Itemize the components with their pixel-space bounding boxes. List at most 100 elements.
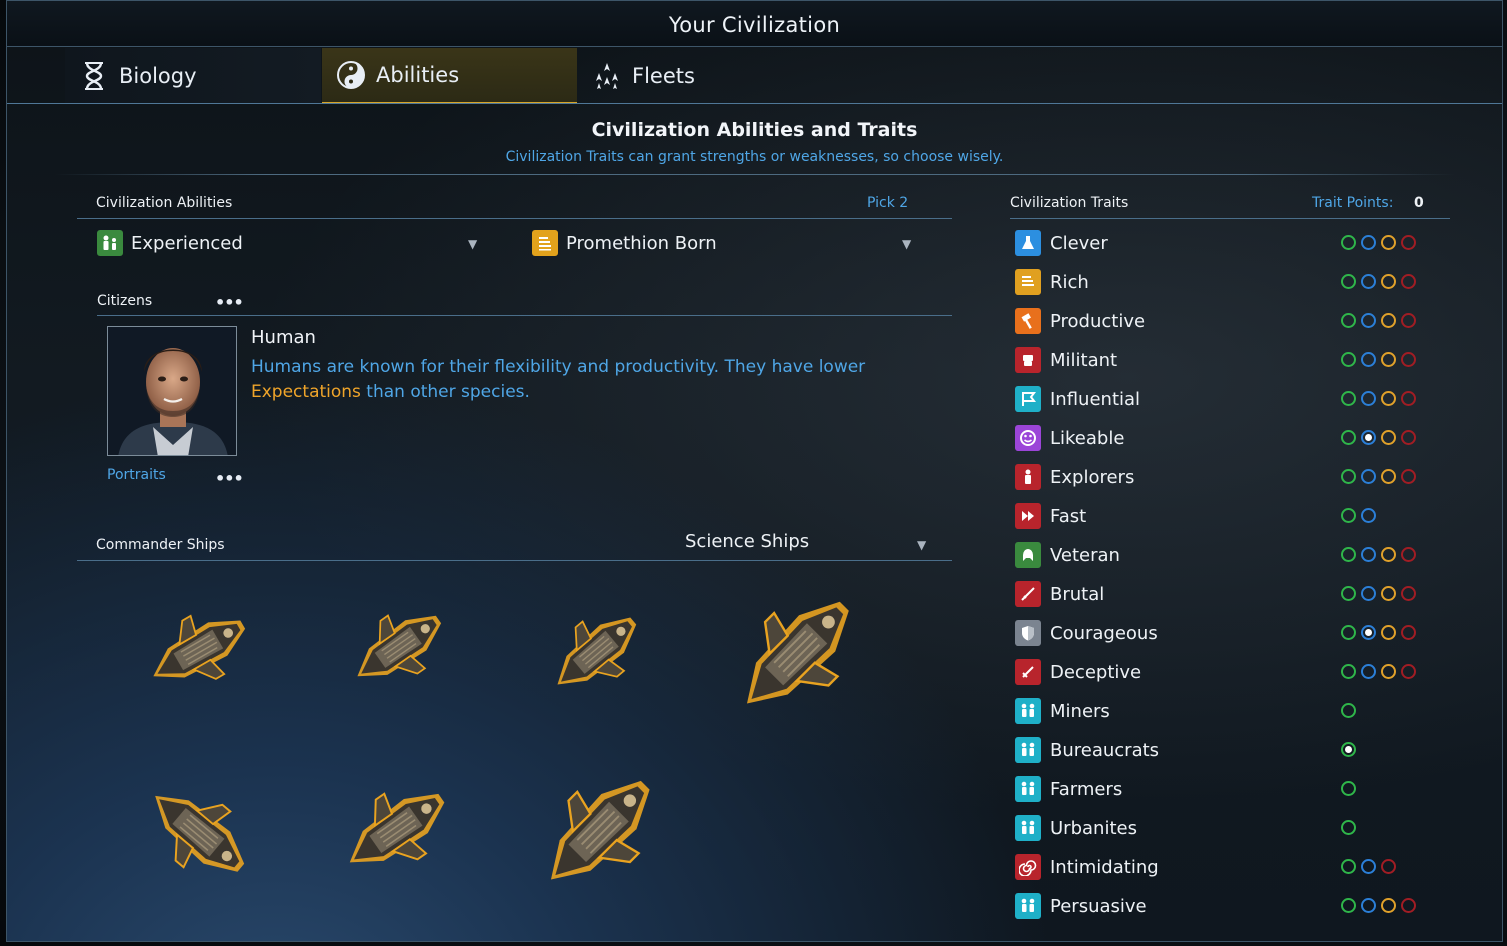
ability-1-chevron-down-icon[interactable]: ▼ xyxy=(468,237,477,251)
trait-level-radio[interactable] xyxy=(1381,547,1396,562)
commander-ship-1[interactable] xyxy=(127,591,267,711)
expectations-link[interactable]: Expectations xyxy=(251,382,361,402)
trait-level-radio[interactable] xyxy=(1401,625,1416,640)
trait-row-brutal[interactable]: Brutal xyxy=(1015,579,1435,609)
trait-level-radio[interactable] xyxy=(1341,391,1356,406)
trait-row-influential[interactable]: Influential xyxy=(1015,384,1435,414)
trait-row-clever[interactable]: Clever xyxy=(1015,228,1435,258)
trait-level-radio[interactable] xyxy=(1361,547,1376,562)
trait-row-urbanites[interactable]: Urbanites xyxy=(1015,813,1435,843)
trait-level-radio[interactable] xyxy=(1381,352,1396,367)
trait-row-productive[interactable]: Productive xyxy=(1015,306,1435,336)
trait-level-radio[interactable] xyxy=(1341,781,1356,796)
trait-row-intimidating[interactable]: Intimidating xyxy=(1015,852,1435,882)
trait-level-radio[interactable] xyxy=(1381,391,1396,406)
trait-level-radio[interactable] xyxy=(1341,469,1356,484)
citizens-more-button[interactable]: ••• xyxy=(215,293,244,312)
trait-row-fast[interactable]: Fast xyxy=(1015,501,1435,531)
trait-level-radio[interactable] xyxy=(1381,859,1396,874)
trait-level-radio[interactable] xyxy=(1341,235,1356,250)
trait-level-radio[interactable] xyxy=(1381,664,1396,679)
commander-ship-2[interactable] xyxy=(322,591,472,706)
trait-level-radio[interactable] xyxy=(1381,586,1396,601)
species-desc-part1: Humans are known for their flexibility a… xyxy=(251,357,866,377)
trait-level-radio[interactable] xyxy=(1401,313,1416,328)
trait-level-radio[interactable] xyxy=(1361,313,1376,328)
trait-level-radio[interactable] xyxy=(1361,274,1376,289)
trait-level-radio[interactable] xyxy=(1341,313,1356,328)
trait-level-radio[interactable] xyxy=(1401,430,1416,445)
trait-level-radio[interactable] xyxy=(1341,547,1356,562)
trait-row-miners[interactable]: Miners xyxy=(1015,696,1435,726)
trait-label: Rich xyxy=(1050,271,1089,293)
tab-biology[interactable]: Biology xyxy=(65,48,321,104)
trait-row-bureaucrats[interactable]: Bureaucrats xyxy=(1015,735,1435,765)
trait-level-radio[interactable] xyxy=(1361,898,1376,913)
trait-level-radio[interactable] xyxy=(1381,898,1396,913)
trait-level-radio[interactable] xyxy=(1401,586,1416,601)
trait-row-persuasive[interactable]: Persuasive xyxy=(1015,891,1435,921)
citizen-portrait[interactable] xyxy=(107,326,237,456)
trait-row-courageous[interactable]: Courageous xyxy=(1015,618,1435,648)
trait-level-radio[interactable] xyxy=(1381,430,1396,445)
trait-level-radio[interactable] xyxy=(1341,352,1356,367)
trait-level-radio[interactable] xyxy=(1401,898,1416,913)
commander-ship-7[interactable] xyxy=(512,756,682,911)
portraits-link[interactable]: Portraits xyxy=(107,467,166,483)
trait-level-radio[interactable] xyxy=(1341,625,1356,640)
trait-level-radio[interactable] xyxy=(1401,235,1416,250)
trait-level-radio[interactable] xyxy=(1361,664,1376,679)
trait-level-radio[interactable] xyxy=(1341,274,1356,289)
ship-type-dropdown[interactable]: Science Ships xyxy=(685,531,809,552)
trait-level-radio[interactable] xyxy=(1381,313,1396,328)
ability-dropdown-1[interactable]: Experienced xyxy=(97,228,243,258)
trait-label: Miners xyxy=(1050,700,1110,722)
ability-dropdown-2[interactable]: Promethion Born xyxy=(532,228,717,258)
trait-row-farmers[interactable]: Farmers xyxy=(1015,774,1435,804)
trait-level-radio[interactable] xyxy=(1361,508,1376,523)
trait-level-radio[interactable] xyxy=(1361,586,1376,601)
commander-ship-6[interactable] xyxy=(312,766,477,896)
trait-level-radio[interactable] xyxy=(1341,742,1356,757)
portraits-more-button[interactable]: ••• xyxy=(215,469,244,488)
ship-type-chevron-down-icon[interactable]: ▼ xyxy=(917,538,926,552)
trait-level-radio[interactable] xyxy=(1401,664,1416,679)
commander-ship-3[interactable] xyxy=(512,596,677,711)
trait-level-radio[interactable] xyxy=(1341,898,1356,913)
trait-row-likeable[interactable]: Likeable xyxy=(1015,423,1435,453)
trait-level-radio[interactable] xyxy=(1341,820,1356,835)
tab-fleets[interactable]: Fleets xyxy=(578,48,818,104)
trait-level-radio[interactable] xyxy=(1361,352,1376,367)
trait-level-radio[interactable] xyxy=(1381,625,1396,640)
ability-2-chevron-down-icon[interactable]: ▼ xyxy=(902,237,911,251)
trait-level-radio[interactable] xyxy=(1401,274,1416,289)
commander-ship-5[interactable] xyxy=(122,766,272,896)
trait-row-explorers[interactable]: Explorers xyxy=(1015,462,1435,492)
commander-ship-4[interactable] xyxy=(707,576,882,736)
trait-level-radio[interactable] xyxy=(1361,235,1376,250)
trait-level-radio[interactable] xyxy=(1341,703,1356,718)
trait-level-radio[interactable] xyxy=(1401,469,1416,484)
trait-level-radio[interactable] xyxy=(1381,235,1396,250)
trait-level-radio[interactable] xyxy=(1381,469,1396,484)
trait-row-veteran[interactable]: Veteran xyxy=(1015,540,1435,570)
trait-level-radio[interactable] xyxy=(1341,508,1356,523)
trait-level-radio[interactable] xyxy=(1401,352,1416,367)
trait-row-deceptive[interactable]: Deceptive xyxy=(1015,657,1435,687)
trait-level-radio[interactable] xyxy=(1361,430,1376,445)
trait-level-radio[interactable] xyxy=(1341,586,1356,601)
trait-level-radio[interactable] xyxy=(1361,625,1376,640)
trait-level-radio[interactable] xyxy=(1401,547,1416,562)
trait-row-rich[interactable]: Rich xyxy=(1015,267,1435,297)
trait-level-radio[interactable] xyxy=(1361,391,1376,406)
trait-level-radio[interactable] xyxy=(1341,859,1356,874)
trait-level-radio[interactable] xyxy=(1401,391,1416,406)
trait-level-radio[interactable] xyxy=(1341,430,1356,445)
trait-level-radio[interactable] xyxy=(1381,274,1396,289)
trait-level-radio[interactable] xyxy=(1341,664,1356,679)
trait-row-militant[interactable]: Militant xyxy=(1015,345,1435,375)
tab-abilities[interactable]: Abilities xyxy=(322,48,577,104)
trait-level-radio[interactable] xyxy=(1361,469,1376,484)
trait-level-radio[interactable] xyxy=(1361,859,1376,874)
traits-label: Civilization Traits xyxy=(1010,195,1129,211)
